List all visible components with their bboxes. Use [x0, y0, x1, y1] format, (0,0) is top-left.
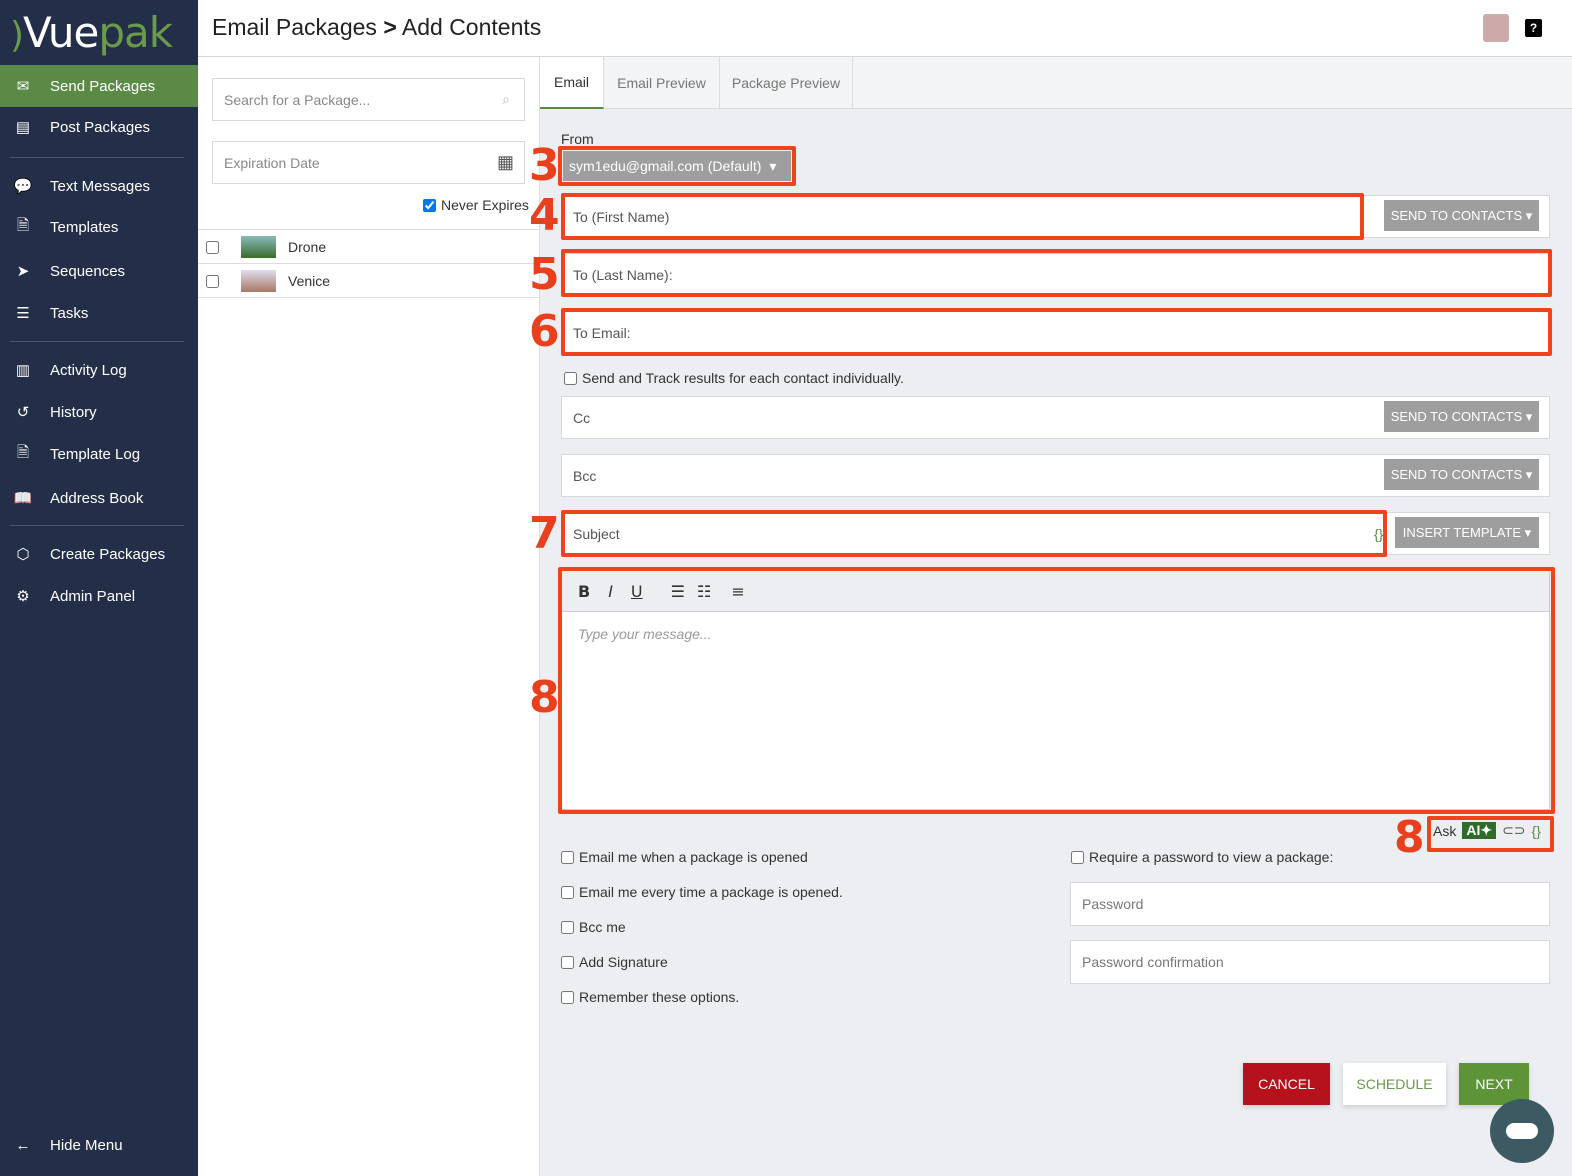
chat-widget-button[interactable]	[1490, 1099, 1554, 1163]
track-individually-checkbox[interactable]: Send and Track results for each contact …	[564, 370, 904, 386]
cc-send-to-contacts-button[interactable]: SEND TO CONTACTS ▾	[1384, 401, 1539, 432]
list-item[interactable]: Drone	[198, 229, 540, 264]
sidebar-label: Create Packages	[50, 545, 166, 563]
sidebar-label: Address Book	[50, 489, 144, 507]
annotation-box	[561, 193, 1364, 240]
annotation-number: 3	[529, 140, 560, 191]
chat-bubble-icon	[1506, 1123, 1538, 1139]
package-thumbnail	[241, 236, 276, 258]
package-thumbnail	[241, 270, 276, 292]
sidebar-item-address-book[interactable]: 📖 Address Book	[0, 478, 198, 518]
tab-bar: Email Email Preview Package Preview	[540, 57, 1572, 109]
sidebar-item-create-packages[interactable]: ⬡ Create Packages	[0, 534, 198, 574]
sidebar-label: Templates	[50, 218, 119, 236]
send-to-contacts-button[interactable]: SEND TO CONTACTS ▾	[1384, 200, 1539, 231]
schedule-button[interactable]: SCHEDULE	[1343, 1063, 1446, 1105]
tab-package-preview[interactable]: Package Preview	[720, 57, 853, 109]
sidebar-item-template-log[interactable]: 🗎 Template Log	[0, 434, 198, 474]
hide-menu-label: Hide Menu	[50, 1136, 123, 1154]
annotation-number: 8	[1394, 812, 1425, 863]
chat-icon: 💬	[13, 178, 33, 195]
sidebar-item-history[interactable]: ↺ History	[0, 392, 198, 432]
sidebar-label: Activity Log	[50, 361, 127, 379]
option-checkbox[interactable]: Add Signature	[561, 954, 668, 970]
password-input[interactable]: Password	[1070, 882, 1550, 926]
package-checkbox[interactable]	[206, 241, 219, 254]
history-icon: ↺	[16, 404, 30, 421]
admin-icon: ⚙	[16, 588, 30, 605]
chart-icon: ▥	[15, 362, 31, 379]
arrow-left-icon: ←	[15, 1136, 31, 1154]
sidebar-item-templates[interactable]: 🗎 Templates	[0, 207, 198, 247]
option-checkbox[interactable]: Remember these options.	[561, 989, 739, 1005]
expiration-date-input[interactable]: Expiration Date ▦	[212, 141, 525, 184]
divider	[10, 157, 184, 158]
book-icon: 📖	[13, 490, 33, 507]
sidebar-label: Post Packages	[50, 118, 151, 136]
sidebar-label: Admin Panel	[50, 587, 136, 605]
send-icon: ➤	[16, 263, 30, 280]
annotation-box	[561, 249, 1552, 297]
annotation-number: 8	[529, 672, 560, 723]
tab-email[interactable]: Email	[540, 57, 604, 109]
never-expires-checkbox[interactable]: Never Expires	[423, 197, 529, 213]
sidebar-label: Template Log	[50, 445, 141, 463]
envelope-icon: ✉	[16, 78, 30, 95]
option-checkbox[interactable]: Email me every time a package is opened.	[561, 884, 843, 900]
annotation-box	[558, 567, 1555, 814]
annotation-box	[558, 146, 796, 186]
annotation-box	[1427, 816, 1554, 852]
sidebar-item-post-packages[interactable]: ▤ Post Packages	[0, 107, 198, 147]
annotation-box	[561, 308, 1552, 356]
sidebar-label: Text Messages	[50, 177, 151, 195]
calendar-icon: ▦	[496, 152, 514, 172]
avatar[interactable]	[1483, 14, 1509, 42]
vuepak-logo: )Vuepak	[10, 8, 173, 57]
sidebar-item-sequences[interactable]: ➤ Sequences	[0, 251, 198, 291]
header: Email Packages > Add Contents ?	[198, 0, 1572, 57]
annotation-number: 5	[529, 249, 560, 300]
sidebar-item-send-packages[interactable]: ✉ Send Packages	[0, 65, 198, 107]
option-checkbox[interactable]: Bcc me	[561, 919, 626, 935]
list-item[interactable]: Venice	[198, 264, 540, 298]
sidebar-label: Send Packages	[50, 77, 156, 95]
from-label: From	[561, 131, 594, 147]
package-checkbox[interactable]	[206, 275, 219, 288]
annotation-number: 4	[529, 190, 560, 241]
option-checkbox[interactable]: Email me when a package is opened	[561, 849, 808, 865]
package-search-input[interactable]: Search for a Package... ⌕	[212, 78, 525, 121]
cancel-button[interactable]: CANCEL	[1243, 1063, 1330, 1105]
monitor-icon: ▤	[15, 119, 31, 136]
package-name: Venice	[288, 273, 331, 289]
search-icon: ⌕	[502, 91, 510, 107]
tab-email-preview[interactable]: Email Preview	[604, 57, 720, 109]
sidebar-item-tasks[interactable]: ☰ Tasks	[0, 293, 198, 333]
sidebar-item-text-messages[interactable]: 💬 Text Messages	[0, 166, 198, 206]
annotation-box	[561, 510, 1387, 557]
require-password-checkbox[interactable]: Require a password to view a package:	[1071, 849, 1333, 865]
divider	[10, 525, 184, 526]
document-icon: 🗎	[16, 443, 30, 461]
annotation-number: 6	[529, 306, 560, 357]
hide-menu-button[interactable]: ← Hide Menu	[0, 1125, 198, 1165]
tasks-icon: ☰	[16, 305, 30, 322]
bcc-send-to-contacts-button[interactable]: SEND TO CONTACTS ▾	[1384, 459, 1539, 490]
sidebar-item-admin-panel[interactable]: ⚙ Admin Panel	[0, 576, 198, 616]
insert-template-button[interactable]: INSERT TEMPLATE ▾	[1395, 517, 1539, 548]
page-title: Email Packages > Add Contents	[212, 14, 542, 40]
cubes-icon: ⬡	[16, 546, 30, 563]
document-icon: 🗎	[16, 216, 30, 234]
help-icon[interactable]: ?	[1525, 19, 1542, 37]
package-name: Drone	[288, 239, 327, 255]
password-confirmation-input[interactable]: Password confirmation	[1070, 940, 1550, 984]
sidebar: )Vuepak ✉ Send Packages ▤ Post Packages 💬 T…	[0, 0, 198, 1176]
sidebar-label: Sequences	[50, 262, 126, 280]
sidebar-label: History	[50, 403, 97, 421]
package-panel: Search for a Package... ⌕ Expiration Date…	[198, 57, 540, 1176]
divider	[10, 341, 184, 342]
sidebar-item-activity-log[interactable]: ▥ Activity Log	[0, 350, 198, 390]
annotation-number: 7	[529, 508, 560, 559]
sidebar-label: Tasks	[50, 304, 89, 322]
